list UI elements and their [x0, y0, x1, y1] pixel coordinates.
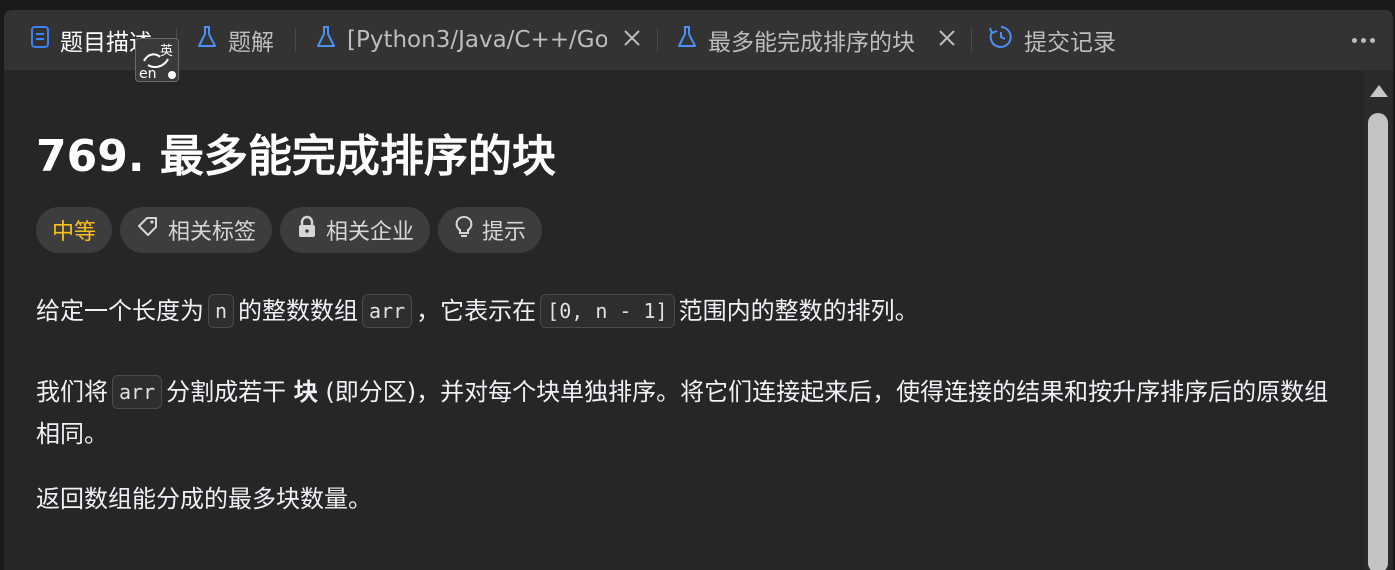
tab-label: 题解	[228, 30, 274, 56]
description-text: ，它表示在	[416, 297, 537, 325]
history-icon	[988, 24, 1014, 56]
tag-icon	[136, 215, 160, 245]
close-icon	[623, 29, 641, 51]
document-icon	[30, 25, 50, 55]
description-paragraph-3: 返回数组能分成的最多块数量。	[36, 485, 372, 513]
tab-divider	[295, 28, 296, 52]
svg-text:英: 英	[160, 44, 173, 59]
related-companies-button[interactable]: 相关企业	[280, 207, 431, 253]
flask-icon	[196, 25, 218, 55]
description-text: 范围内的整数的排列。	[678, 297, 919, 325]
close-tab-button[interactable]	[619, 26, 645, 54]
lightbulb-icon	[454, 215, 474, 245]
tab-submissions[interactable]: 提交记录	[988, 24, 1116, 56]
tab-divider	[657, 28, 658, 52]
description-text: 给定一个长度为	[36, 297, 204, 325]
tab-solutions[interactable]: 题解	[196, 25, 274, 56]
inline-code: n	[208, 294, 235, 328]
more-options-button[interactable]	[1343, 26, 1383, 54]
description-bold: 块	[293, 378, 318, 406]
inline-code: [0, n - 1]	[540, 294, 675, 328]
scrollbar-thumb[interactable]	[1368, 113, 1388, 570]
problem-name: 最多能完成排序的块	[159, 131, 556, 182]
hint-button[interactable]: 提示	[438, 207, 543, 253]
problem-meta-pills: 中等 相关标签 相关企业 提示	[36, 207, 543, 253]
hint-label: 提示	[482, 220, 527, 245]
tab-bar: 题目描述 题解 [Python3/Java/C++/Go] 最多能完成排序的块 …	[4, 10, 1393, 70]
tab-divider	[971, 28, 972, 52]
tab-label: [Python3/Java/C++/Go]	[347, 27, 607, 53]
svg-text:en: en	[139, 66, 157, 82]
dot-icon	[1351, 37, 1357, 43]
ime-indicator[interactable]: 英 en	[135, 38, 179, 82]
flask-icon	[676, 25, 698, 55]
problem-panel: 题目描述 题解 [Python3/Java/C++/Go] 最多能完成排序的块 …	[4, 10, 1393, 570]
tab-label: 最多能完成排序的块	[708, 30, 915, 56]
difficulty-badge: 中等	[36, 207, 113, 253]
description-paragraph-1: 给定一个长度为 n 的整数数组 arr ，它表示在 [0, n - 1] 范围内的整数的排列…	[36, 290, 1336, 332]
difficulty-label: 中等	[52, 220, 97, 245]
description-paragraph-2: 我们将 arr 分割成若干 块 (即分区)，并对每个块单独排序。将它们连接起来后，使…	[36, 371, 1336, 455]
related-tags-button[interactable]: 相关标签	[120, 207, 273, 253]
tab-description[interactable]: 题目描述	[30, 25, 152, 56]
description-text: 分割成若干	[166, 378, 287, 406]
close-tab-button[interactable]	[934, 26, 960, 54]
tab-solution-article[interactable]: [Python3/Java/C++/Go]	[315, 25, 607, 55]
problem-content: 769. 最多能完成排序的块 中等 相关标签 相关企业 提示 给定一个长度为 n…	[4, 70, 1364, 570]
tab-problem-solution[interactable]: 最多能完成排序的块	[676, 25, 915, 56]
description-text: 我们将	[36, 378, 108, 406]
scroll-up-arrow[interactable]	[1370, 85, 1388, 97]
problem-title: 769. 最多能完成排序的块	[36, 120, 556, 184]
inline-code: arr	[362, 294, 413, 328]
dot-icon	[1360, 37, 1366, 43]
lock-icon	[296, 215, 318, 245]
tab-label: 提交记录	[1024, 30, 1116, 56]
description-text: 的整数数组	[238, 297, 359, 325]
related-companies-label: 相关企业	[326, 220, 415, 245]
close-icon	[938, 29, 956, 51]
ime-icon: 英 en	[139, 44, 176, 82]
problem-number: 769.	[36, 131, 145, 182]
related-tags-label: 相关标签	[168, 220, 257, 245]
inline-code: arr	[112, 375, 163, 409]
flask-icon	[315, 25, 337, 55]
dot-icon	[1369, 37, 1375, 43]
